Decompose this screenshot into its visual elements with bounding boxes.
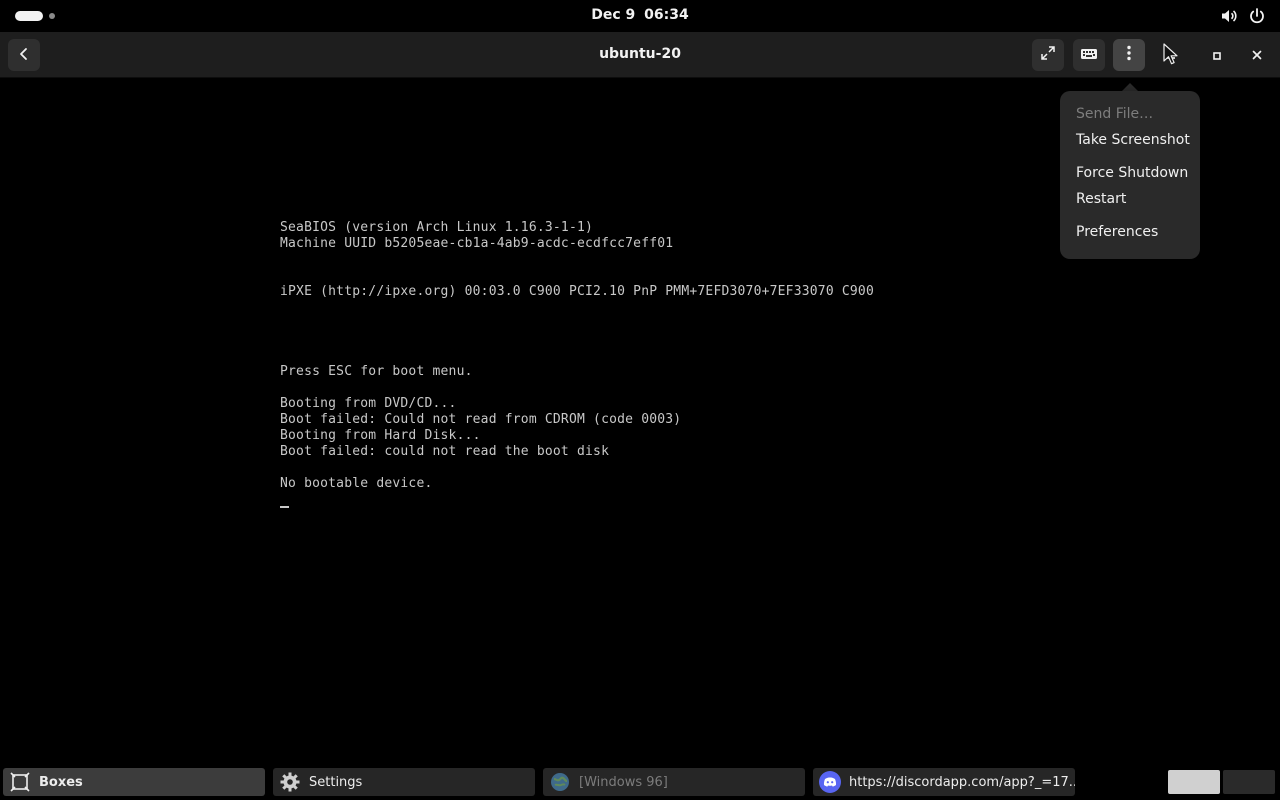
system-tray[interactable] bbox=[1220, 7, 1266, 25]
window-headerbar: ubuntu-20 bbox=[0, 32, 1280, 78]
speaker-volume-icon[interactable] bbox=[1220, 7, 1238, 25]
taskbar-item-windows-96[interactable]: [Windows 96] bbox=[543, 768, 805, 796]
workspace-switcher-2[interactable] bbox=[1223, 770, 1275, 794]
close-icon bbox=[1251, 46, 1263, 65]
menu-item-restart[interactable]: Restart bbox=[1076, 191, 1126, 207]
taskbar-item-discord[interactable]: https://discordapp.com/app?_=17... bbox=[813, 768, 1075, 796]
main-menu-popover: Send File… Take Screenshot Force Shutdow… bbox=[1060, 91, 1200, 259]
vertical-ellipsis-icon bbox=[1127, 45, 1131, 65]
console-line: iPXE (http://ipxe.org) 00:03.0 C900 PCI2… bbox=[280, 284, 874, 299]
console-line: Booting from DVD/CD... bbox=[280, 396, 457, 411]
taskbar-item-label: Boxes bbox=[39, 774, 83, 790]
console-line: SeaBIOS (version Arch Linux 1.16.3-1-1) bbox=[280, 220, 594, 235]
main-menu-button[interactable] bbox=[1113, 39, 1145, 71]
discord-icon bbox=[819, 771, 841, 793]
menu-item-preferences[interactable]: Preferences bbox=[1076, 224, 1158, 240]
taskbar-item-label: [Windows 96] bbox=[579, 774, 668, 790]
fullscreen-icon bbox=[1040, 45, 1056, 65]
taskbar: Boxes Settings [Windows 96] https://disc… bbox=[0, 766, 1280, 800]
menu-item-take-screenshot[interactable]: Take Screenshot bbox=[1076, 132, 1190, 148]
keyboard-icon bbox=[1080, 46, 1098, 65]
taskbar-item-settings[interactable]: Settings bbox=[273, 768, 535, 796]
console-line: Machine UUID b5205eae-cb1a-4ab9-acdc-ecd… bbox=[280, 236, 674, 251]
maximize-icon bbox=[1212, 46, 1222, 65]
mouse-pointer-icon bbox=[1163, 43, 1183, 71]
console-line: Press ESC for boot menu. bbox=[280, 364, 473, 379]
console-line: Boot failed: Could not read from CDROM (… bbox=[280, 412, 682, 427]
chevron-left-icon bbox=[17, 46, 31, 65]
fullscreen-button[interactable] bbox=[1032, 39, 1064, 71]
console-line: No bootable device. bbox=[280, 476, 433, 491]
power-icon[interactable] bbox=[1248, 7, 1266, 25]
console-line: Boot failed: could not read the boot dis… bbox=[280, 444, 610, 459]
clock-date: Dec 9 bbox=[591, 7, 636, 23]
gear-icon bbox=[279, 771, 301, 793]
menu-item-send-file: Send File… bbox=[1076, 106, 1154, 122]
clock-time: 06:34 bbox=[644, 7, 689, 23]
taskbar-item-label: https://discordapp.com/app?_=17... bbox=[849, 774, 1075, 790]
workspace-switcher-1[interactable] bbox=[1168, 770, 1220, 794]
menu-item-force-shutdown[interactable]: Force Shutdown bbox=[1076, 165, 1188, 181]
back-button[interactable] bbox=[8, 39, 40, 71]
top-bar: Dec 9 06:34 bbox=[0, 0, 1280, 32]
taskbar-item-boxes[interactable]: Boxes bbox=[3, 768, 265, 796]
text-cursor bbox=[280, 506, 289, 508]
send-keys-button[interactable] bbox=[1073, 39, 1105, 71]
maximize-button[interactable] bbox=[1201, 39, 1233, 71]
console-line: Booting from Hard Disk... bbox=[280, 428, 481, 443]
globe-icon bbox=[549, 771, 571, 793]
close-button[interactable] bbox=[1241, 39, 1273, 71]
taskbar-item-label: Settings bbox=[309, 774, 363, 790]
boxes-app-icon bbox=[9, 771, 31, 793]
clock[interactable]: Dec 9 06:34 bbox=[0, 7, 1280, 23]
